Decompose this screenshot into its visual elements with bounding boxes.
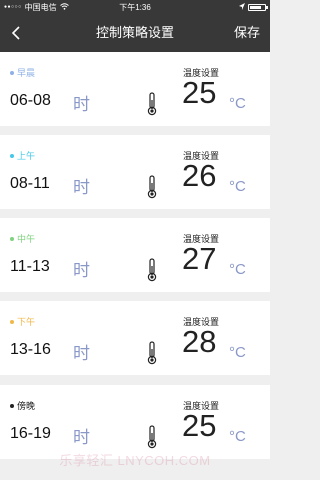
time-range[interactable]: 08-11 <box>10 175 50 193</box>
schedule-card[interactable]: 傍晚 16-19 时 温度设置 25 °C <box>0 385 270 459</box>
hour-unit: 时 <box>73 261 90 280</box>
period-text: 傍晚 <box>17 401 36 411</box>
thermometer-icon <box>147 425 157 449</box>
period-dot <box>10 153 14 158</box>
time-range[interactable]: 16-19 <box>10 425 51 443</box>
thermometer-icon <box>147 341 157 365</box>
temperature-value[interactable]: 25 <box>182 408 216 444</box>
temperature-value[interactable]: 25 <box>182 75 216 111</box>
temperature-unit: °C <box>229 178 246 195</box>
status-time: 下午1:36 <box>119 2 151 12</box>
period-label: 早晨 <box>10 66 35 79</box>
period-dot <box>10 236 14 241</box>
period-dot <box>10 403 14 408</box>
hour-unit: 时 <box>73 344 90 363</box>
period-label: 傍晚 <box>10 399 35 412</box>
nav-bar: 控制策略设置 保存 <box>0 14 270 52</box>
temperature-unit: °C <box>229 428 246 445</box>
schedule-card[interactable]: 中午 11-13 时 温度设置 27 °C <box>0 218 270 292</box>
period-dot <box>10 319 14 324</box>
period-text: 上午 <box>17 151 36 161</box>
watermark: 乐享轻汇 LNYCOH.COM <box>59 453 211 468</box>
thermometer-icon <box>147 92 157 116</box>
thermometer-icon <box>147 258 157 282</box>
temperature-unit: °C <box>229 261 246 278</box>
battery-icon <box>248 3 268 11</box>
temperature-unit: °C <box>229 344 246 361</box>
period-dot <box>10 70 14 75</box>
schedule-card[interactable]: 下午 13-16 时 温度设置 28 °C <box>0 301 270 375</box>
period-label: 中午 <box>10 232 35 245</box>
status-bar: ●●○○○ 中国电信 下午1:36 <box>0 0 270 14</box>
schedule-card[interactable]: 早晨 06-08 时 温度设置 25 °C <box>0 52 270 126</box>
hour-unit: 时 <box>73 178 90 197</box>
period-text: 下午 <box>17 317 36 327</box>
temperature-unit: °C <box>229 95 246 112</box>
save-button[interactable]: 保存 <box>234 14 260 52</box>
page-title: 控制策略设置 <box>95 25 174 40</box>
period-text: 早晨 <box>17 68 36 78</box>
temperature-value[interactable]: 27 <box>182 241 216 277</box>
time-range[interactable]: 06-08 <box>10 92 51 110</box>
period-label: 上午 <box>10 149 35 162</box>
hour-unit: 时 <box>73 428 90 447</box>
temperature-value[interactable]: 28 <box>182 324 216 360</box>
period-text: 中午 <box>17 234 36 244</box>
hour-unit: 时 <box>73 95 90 114</box>
time-range[interactable]: 11-13 <box>10 258 50 276</box>
time-range[interactable]: 13-16 <box>10 341 51 359</box>
schedule-card[interactable]: 上午 08-11 时 温度设置 26 °C <box>0 135 270 209</box>
thermometer-icon <box>147 175 157 199</box>
temperature-value[interactable]: 26 <box>182 158 216 194</box>
period-label: 下午 <box>10 315 35 328</box>
